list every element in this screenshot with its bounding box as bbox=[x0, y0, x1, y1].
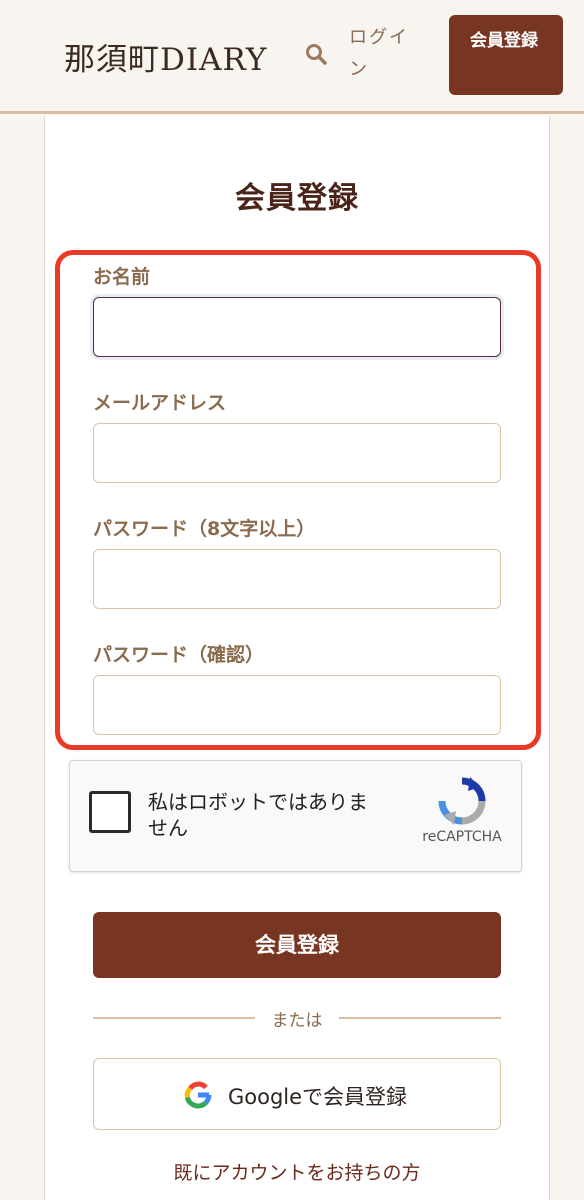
recaptcha-label: 私はロボットではありません bbox=[148, 790, 368, 840]
site-title[interactable]: 那須町DIARY bbox=[64, 34, 267, 79]
password-field[interactable] bbox=[93, 549, 501, 609]
divider-right bbox=[339, 1017, 501, 1019]
google-icon bbox=[184, 1081, 212, 1109]
recaptcha-widget: 私はロボットではありません reCAPTCHA bbox=[69, 760, 522, 872]
name-label: お名前 bbox=[93, 266, 151, 288]
recaptcha-icon bbox=[438, 777, 486, 825]
search-icon[interactable] bbox=[304, 42, 328, 66]
page-title: 会員登録 bbox=[235, 181, 359, 216]
password-confirm-field[interactable] bbox=[93, 675, 501, 735]
name-field[interactable] bbox=[93, 297, 501, 357]
google-signup-button[interactable]: Googleで会員登録 bbox=[93, 1058, 501, 1130]
email-field[interactable] bbox=[93, 423, 501, 483]
register-header-button[interactable]: 会員登録 bbox=[449, 15, 563, 95]
submit-button[interactable]: 会員登録 bbox=[93, 912, 501, 978]
password-confirm-label: パスワード（確認） bbox=[93, 644, 265, 666]
email-label: メールアドレス bbox=[93, 392, 227, 414]
recaptcha-brand: reCAPTCHA bbox=[422, 829, 502, 845]
divider-left bbox=[93, 1017, 255, 1019]
existing-account-link[interactable]: 既にアカウントをお持ちの方 bbox=[0, 1158, 584, 1185]
password-label: パスワード（8文字以上） bbox=[93, 518, 316, 540]
login-link[interactable]: ログイン bbox=[349, 22, 411, 86]
divider-text: または bbox=[271, 1011, 323, 1031]
register-header-button-label: 会員登録 bbox=[470, 31, 538, 51]
recaptcha-checkbox[interactable] bbox=[89, 791, 131, 833]
site-header: 那須町DIARY ログイン 会員登録 bbox=[0, 0, 584, 114]
google-signup-label: Googleで会員登録 bbox=[228, 1085, 408, 1109]
